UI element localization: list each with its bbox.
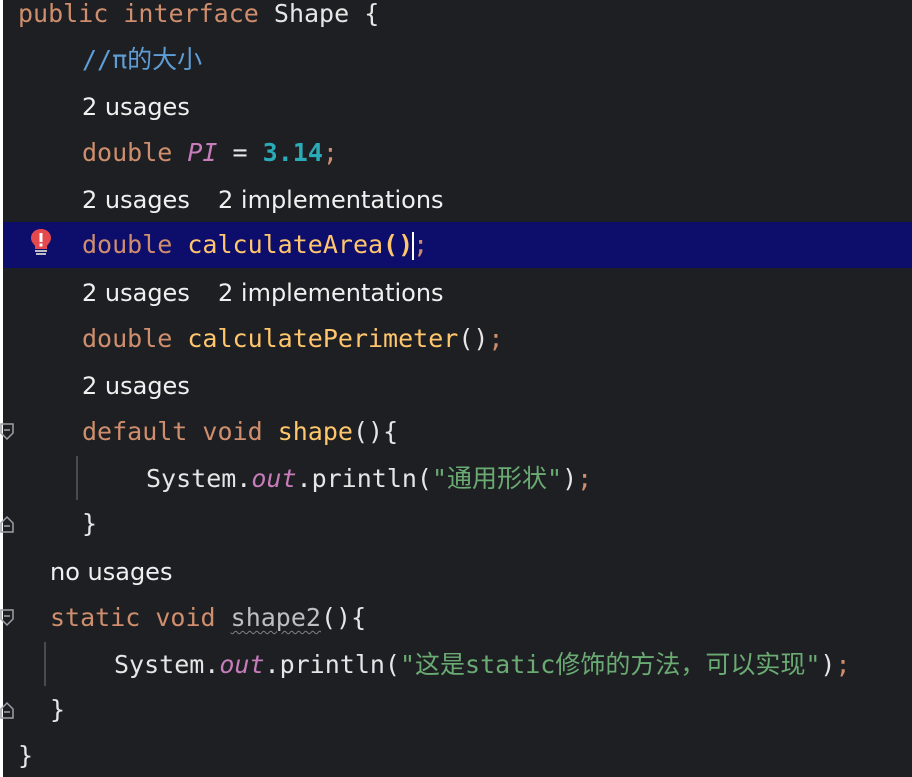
close-brace: } [50, 695, 66, 724]
close-paren: ) [398, 230, 414, 259]
system-class: System. [114, 650, 220, 679]
method-println[interactable]: .println( [297, 464, 432, 493]
code-line-println-1[interactable]: System.out.println("通用形状"); [0, 456, 912, 502]
usages-hint[interactable]: 2 usages [82, 177, 190, 223]
usages-hint[interactable]: 2 usages [82, 270, 190, 316]
code-line-static-shape2[interactable]: static void shape2(){ [0, 595, 912, 641]
code-line-comment[interactable]: //π的大小 [0, 37, 912, 83]
keyword-public: public [18, 0, 109, 28]
code-editor[interactable]: public interface Shape { //π的大小 2 usages… [0, 0, 912, 777]
code-line-close-shape2[interactable]: } [0, 687, 912, 733]
code-line-close-interface[interactable]: } [0, 733, 912, 777]
field-out[interactable]: out [219, 650, 264, 679]
close-brace: } [18, 741, 34, 770]
string-literal: "这是static修饰的方法，可以实现" [399, 650, 821, 679]
method-open: (){ [320, 603, 367, 632]
usages-hint[interactable]: 2 usages [82, 363, 190, 409]
close-paren: ) [562, 464, 578, 493]
interface-name[interactable]: Shape [274, 0, 349, 28]
code-line-println-2[interactable]: System.out.println("这是static修饰的方法，可以实现")… [0, 642, 912, 688]
keyword-double: double [82, 230, 173, 259]
semicolon: ; [413, 230, 429, 259]
inlay-hint-line: 2 usages [0, 84, 912, 130]
implementations-hint[interactable]: 2 implementations [218, 177, 444, 223]
method-println[interactable]: .println( [265, 650, 400, 679]
close-brace: } [82, 509, 98, 538]
field-out[interactable]: out [251, 464, 296, 493]
code-line-pi[interactable]: double PI = 3.14; [0, 130, 912, 176]
operator-equals: = [232, 138, 248, 167]
close-paren: ) [820, 650, 836, 679]
inlay-hint-line: 2 usages 2 implementations [0, 177, 912, 223]
keyword-default: default [82, 417, 188, 446]
method-name-shape[interactable]: shape [278, 417, 353, 446]
parens: () [458, 324, 489, 353]
inlay-hint-line: 2 usages 2 implementations [0, 270, 912, 316]
constant-pi[interactable]: PI [187, 138, 217, 167]
method-name-calculate-area[interactable]: calculateArea [187, 230, 383, 259]
code-line-interface-decl[interactable]: public interface Shape { [0, 0, 912, 37]
system-class: System. [146, 464, 252, 493]
implementations-hint[interactable]: 2 implementations [218, 270, 444, 316]
semicolon: ; [488, 324, 504, 353]
keyword-void: void [202, 417, 263, 446]
comment-text: //π的大小 [82, 45, 203, 74]
semicolon: ; [322, 138, 338, 167]
string-literal: "通用形状" [431, 464, 563, 493]
code-line-default-shape[interactable]: default void shape(){ [0, 409, 912, 455]
keyword-void: void [155, 603, 216, 632]
semicolon: ; [577, 464, 593, 493]
keyword-static: static [50, 603, 141, 632]
open-paren: ( [383, 230, 399, 259]
method-open: (){ [352, 417, 399, 446]
method-name-calculate-perimeter[interactable]: calculatePerimeter [187, 324, 458, 353]
keyword-double: double [82, 324, 173, 353]
open-brace: { [364, 0, 380, 28]
usages-hint[interactable]: no usages [50, 549, 172, 595]
inlay-hint-line: 2 usages [0, 363, 912, 409]
semicolon: ; [835, 650, 851, 679]
usages-hint[interactable]: 2 usages [82, 84, 190, 130]
keyword-interface: interface [123, 0, 259, 28]
number-literal: 3.14 [262, 138, 323, 167]
inlay-hint-line: no usages [0, 549, 912, 595]
keyword-double: double [82, 138, 173, 167]
method-name-shape2[interactable]: shape2 [231, 603, 321, 632]
code-line-close-shape[interactable]: } [0, 501, 912, 547]
code-line-calculate-area[interactable]: double calculateArea(); [0, 222, 912, 268]
code-line-calculate-perimeter[interactable]: double calculatePerimeter(); [0, 316, 912, 362]
